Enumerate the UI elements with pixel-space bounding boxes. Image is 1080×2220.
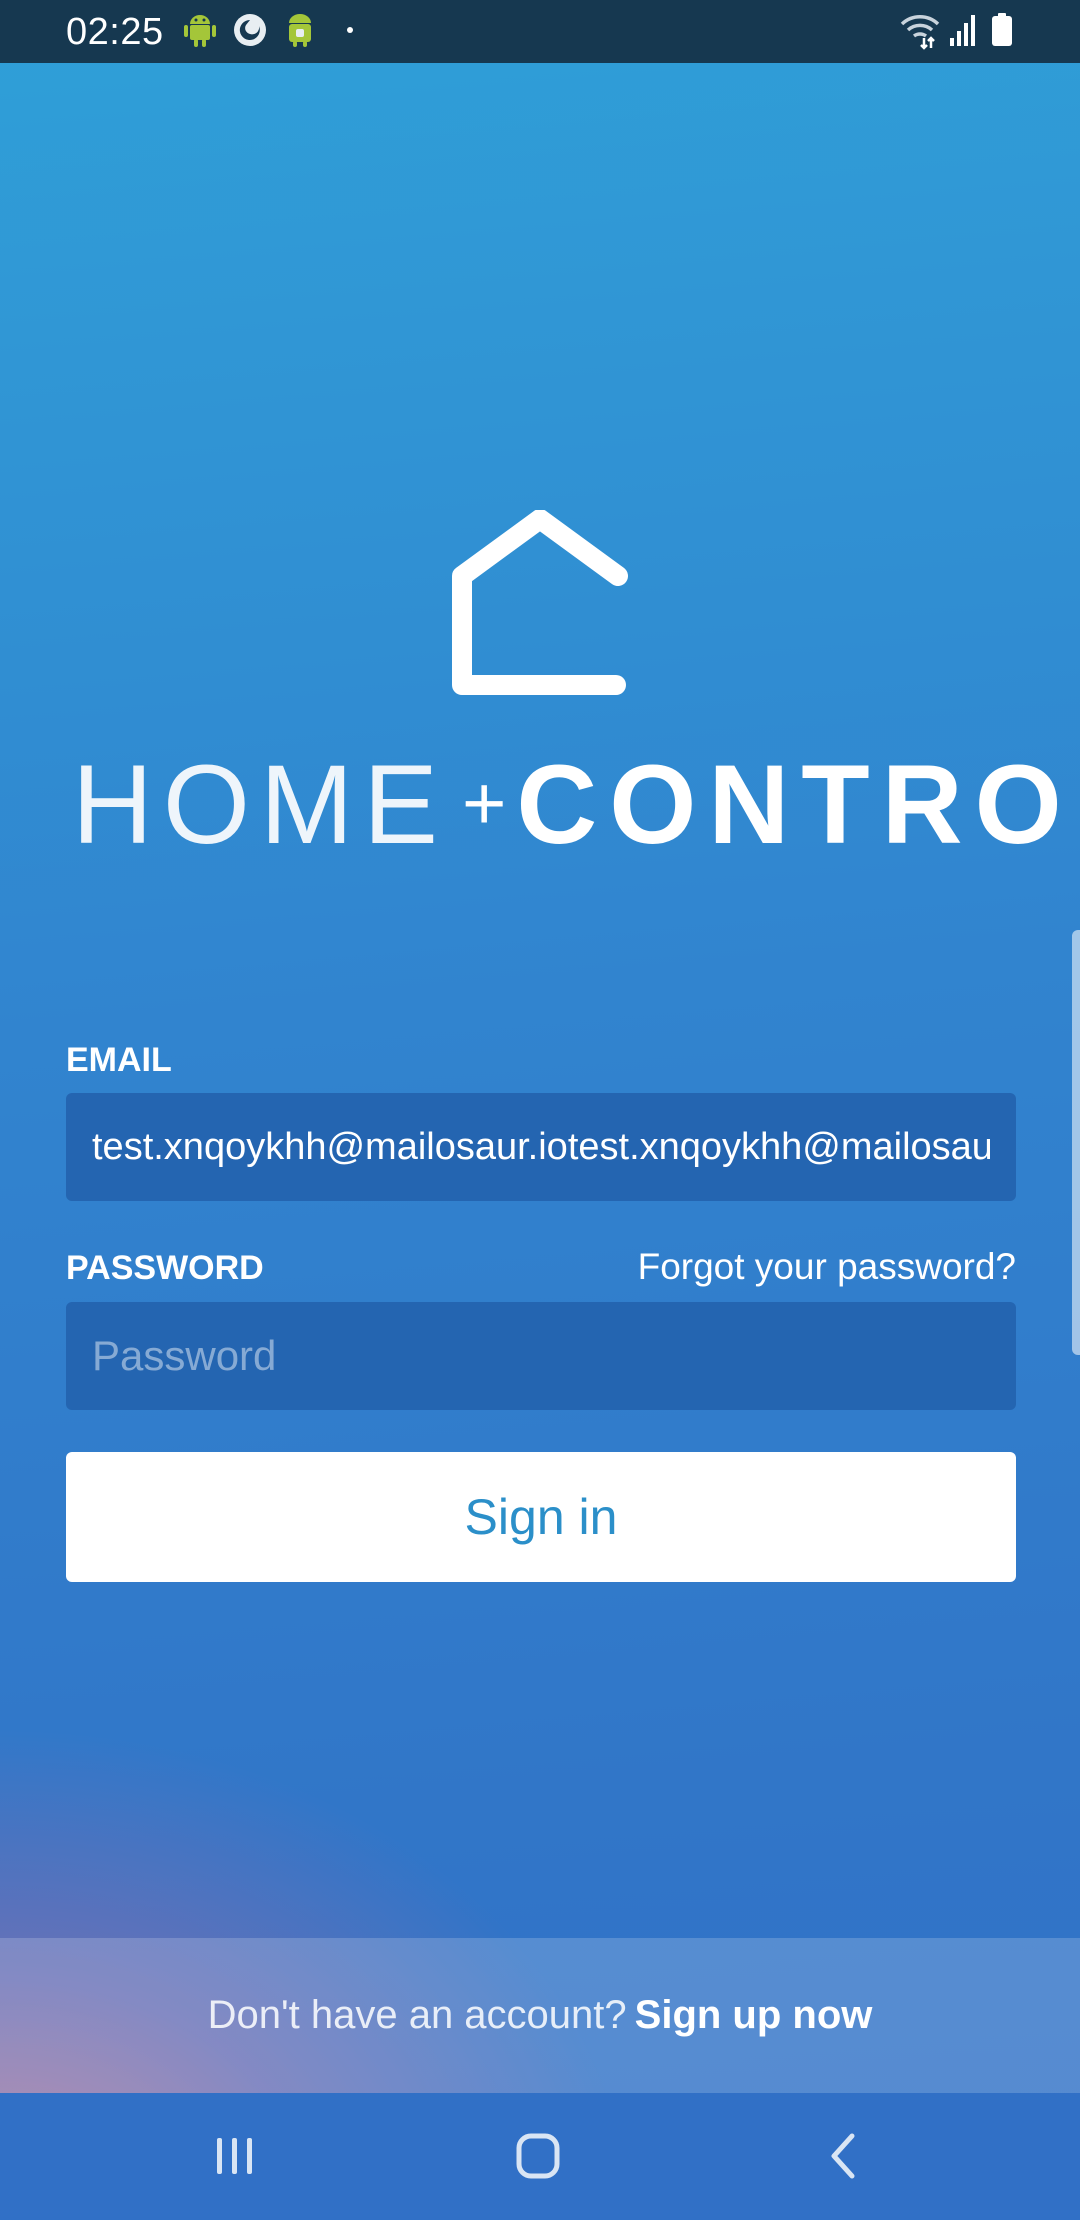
password-label: PASSWORD xyxy=(66,1249,264,1287)
firefox-icon xyxy=(234,14,266,46)
app-logo-wordmark: HOME+CONTROL xyxy=(72,735,1080,875)
edge-panel-handle[interactable] xyxy=(1072,930,1080,1355)
status-bar: 02:25 xyxy=(0,0,1080,63)
sign-in-button[interactable]: Sign in xyxy=(66,1452,1016,1582)
recent-apps-icon[interactable] xyxy=(180,2111,290,2201)
sign-up-link[interactable]: Sign up now xyxy=(635,1993,873,2037)
battery-icon xyxy=(992,13,1012,46)
android-icon xyxy=(184,15,216,47)
logo-word-control: CONTROL xyxy=(516,742,1080,867)
android-notification-icon xyxy=(289,14,311,47)
logo-plus: + xyxy=(462,761,507,846)
password-field[interactable]: Password xyxy=(66,1302,1016,1410)
email-field-value: test.xnqoykhh@mailosaur.iotest.xnqoykhh@… xyxy=(92,1126,990,1168)
navigation-bar xyxy=(0,2093,1080,2220)
login-screen: 02:25 HOME +CONTRO EMAIL test.xnqoykhh@m… xyxy=(0,0,1080,2220)
forgot-password-link[interactable]: Forgot your password? xyxy=(638,1247,1016,1287)
signup-bar: Don't have an account? Sign up now xyxy=(0,1938,1080,2093)
dot-icon xyxy=(347,27,353,33)
logo-word-home: HOME xyxy=(72,742,448,867)
signal-icon xyxy=(950,15,975,46)
wifi-icon xyxy=(900,15,940,50)
email-label: EMAIL xyxy=(66,1041,172,1079)
status-time: 02:25 xyxy=(66,11,164,53)
signup-prompt: Don't have an account? xyxy=(207,1993,627,2037)
back-icon[interactable] xyxy=(788,2111,898,2201)
email-field[interactable]: test.xnqoykhh@mailosaur.iotest.xnqoykhh@… xyxy=(66,1093,1016,1201)
home-icon[interactable] xyxy=(483,2111,593,2201)
house-icon xyxy=(452,510,628,695)
password-placeholder: Password xyxy=(92,1332,277,1379)
